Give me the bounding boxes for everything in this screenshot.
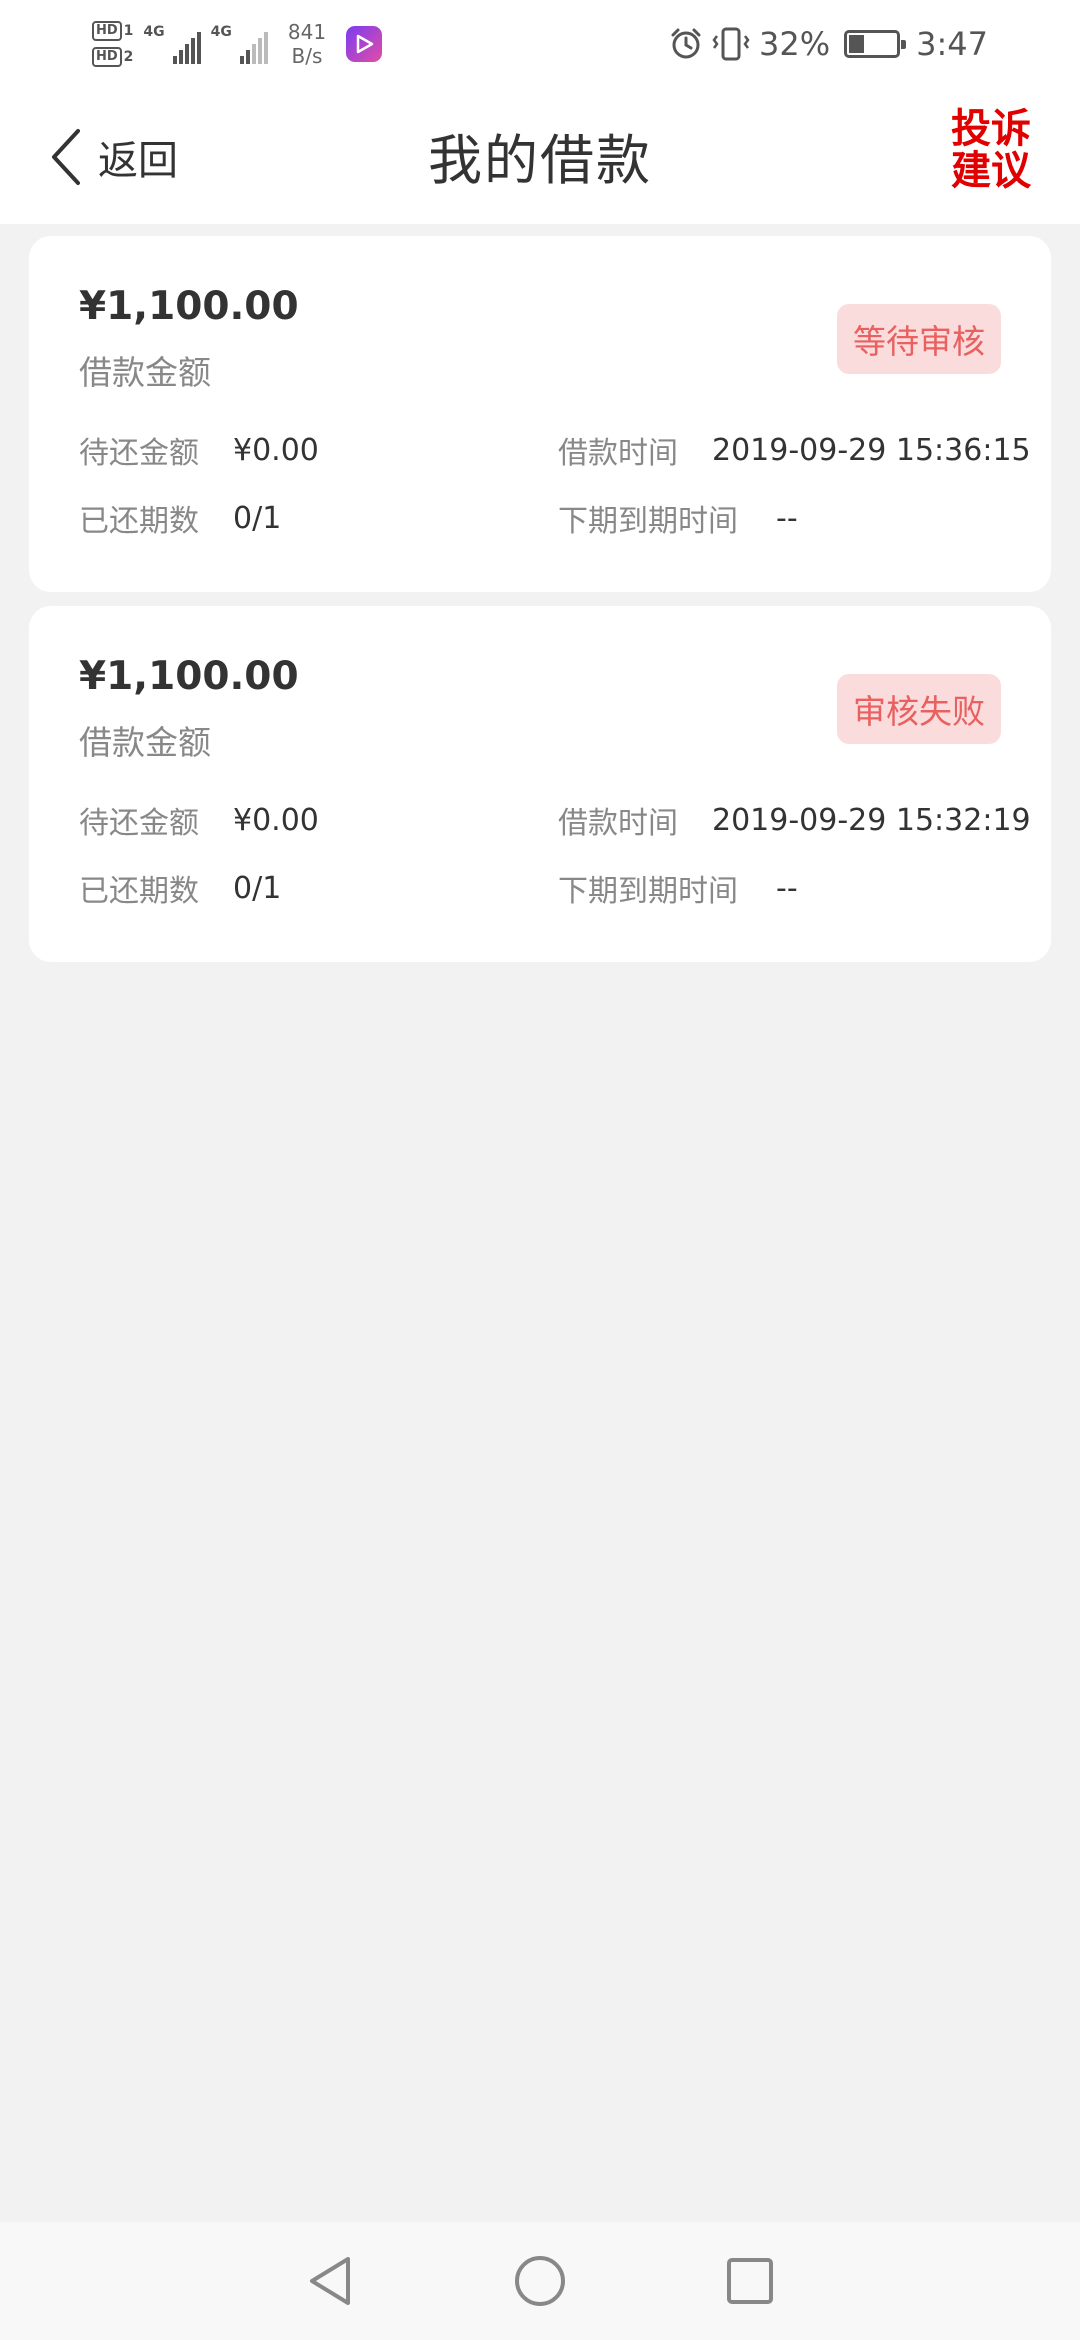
vibrate-icon [712,27,750,61]
battery-percent: 32% [759,25,831,63]
next-due-value: -- [776,870,798,906]
sim2-indicator: HD 2 [92,47,133,67]
next-due-value: -- [776,500,798,536]
loan-list: ¥1,100.00 借款金额 等待审核 待还金额 ¥0.00 借款时间 2019… [29,236,1051,976]
status-badge: 等待审核 [837,304,1001,374]
loan-time-label: 借款时间 [558,436,678,471]
complaint-line-2: 建议 [951,148,1031,194]
video-app-icon [346,26,383,62]
signal-bars-1-icon [172,32,201,64]
complaint-suggestion-button[interactable]: 投诉 建议 [946,108,1036,192]
next-due-label: 下期到期时间 [558,874,738,909]
speed-value: 841 [287,20,327,44]
repaid-periods-label: 已还期数 [79,874,199,909]
clock-time: 3:47 [916,25,988,63]
page-title: 我的借款 [428,129,652,192]
sim1-index: 1 [123,23,134,39]
loan-amount-label: 借款金额 [79,353,211,392]
pending-amount-row: 待还金额 ¥0.00 [79,428,319,472]
hd2-badge: HD [92,47,122,67]
signal-2: 4G [211,24,268,64]
signal-1: 4G [143,24,201,64]
sim2-index: 2 [123,49,134,65]
complaint-line-1: 投诉 [951,106,1031,152]
loan-time-row: 借款时间 2019-09-29 15:32:19 [558,798,1031,842]
status-bar: HD 1 HD 2 4G 4G 841 B/s 32% 3:47 [0,0,1080,86]
repaid-periods-row: 已还期数 0/1 [79,866,281,910]
status-right: 32% 3:47 [669,14,988,74]
square-recents-icon [727,2258,773,2304]
nav-bar: 返回 我的借款 投诉 建议 [0,86,1080,224]
network1-label: 4G [143,24,165,40]
nav-home-button[interactable] [500,2241,580,2321]
hd1-badge: HD [92,21,122,41]
signal-bars-2-icon [239,32,268,64]
loan-amount: ¥1,100.00 [79,284,299,329]
repaid-periods-label: 已还期数 [79,504,199,539]
triangle-back-icon [310,2257,350,2305]
repaid-periods-value: 0/1 [233,870,282,906]
pending-amount-label: 待还金额 [79,436,199,471]
repaid-periods-row: 已还期数 0/1 [79,496,281,540]
battery-charging-icon [844,30,907,58]
nav-recents-button[interactable] [710,2241,790,2321]
loan-time-value: 2019-09-29 15:32:19 [712,802,1031,838]
loan-card[interactable]: ¥1,100.00 借款金额 审核失败 待还金额 ¥0.00 借款时间 2019… [29,606,1051,962]
alarm-icon [671,28,701,59]
speed-unit: B/s [291,44,323,68]
loan-card[interactable]: ¥1,100.00 借款金额 等待审核 待还金额 ¥0.00 借款时间 2019… [29,236,1051,592]
loan-amount: ¥1,100.00 [79,654,299,699]
pending-amount-value: ¥0.00 [233,432,319,468]
pending-amount-row: 待还金额 ¥0.00 [79,798,319,842]
next-due-label: 下期到期时间 [558,504,738,539]
pending-amount-label: 待还金额 [79,806,199,841]
pending-amount-value: ¥0.00 [233,802,319,838]
loan-time-label: 借款时间 [558,806,678,841]
loan-amount-label: 借款金额 [79,723,211,762]
next-due-row: 下期到期时间 -- [558,866,798,910]
loan-time-row: 借款时间 2019-09-29 15:36:15 [558,428,1031,472]
battery-level-fill [849,35,865,53]
system-nav-bar [0,2222,1080,2340]
repaid-periods-value: 0/1 [233,500,282,536]
sim1-indicator: HD 1 [92,21,133,41]
next-due-row: 下期到期时间 -- [558,496,798,540]
loan-time-value: 2019-09-29 15:36:15 [712,432,1031,468]
nav-back-button[interactable] [290,2241,370,2321]
status-badge: 审核失败 [837,674,1001,744]
network2-label: 4G [210,24,232,40]
status-left: HD 1 HD 2 4G 4G 841 B/s [92,14,383,74]
circle-home-icon [515,2256,565,2306]
network-speed: 841 B/s [288,20,326,68]
sim-indicators: HD 1 HD 2 [92,21,133,67]
